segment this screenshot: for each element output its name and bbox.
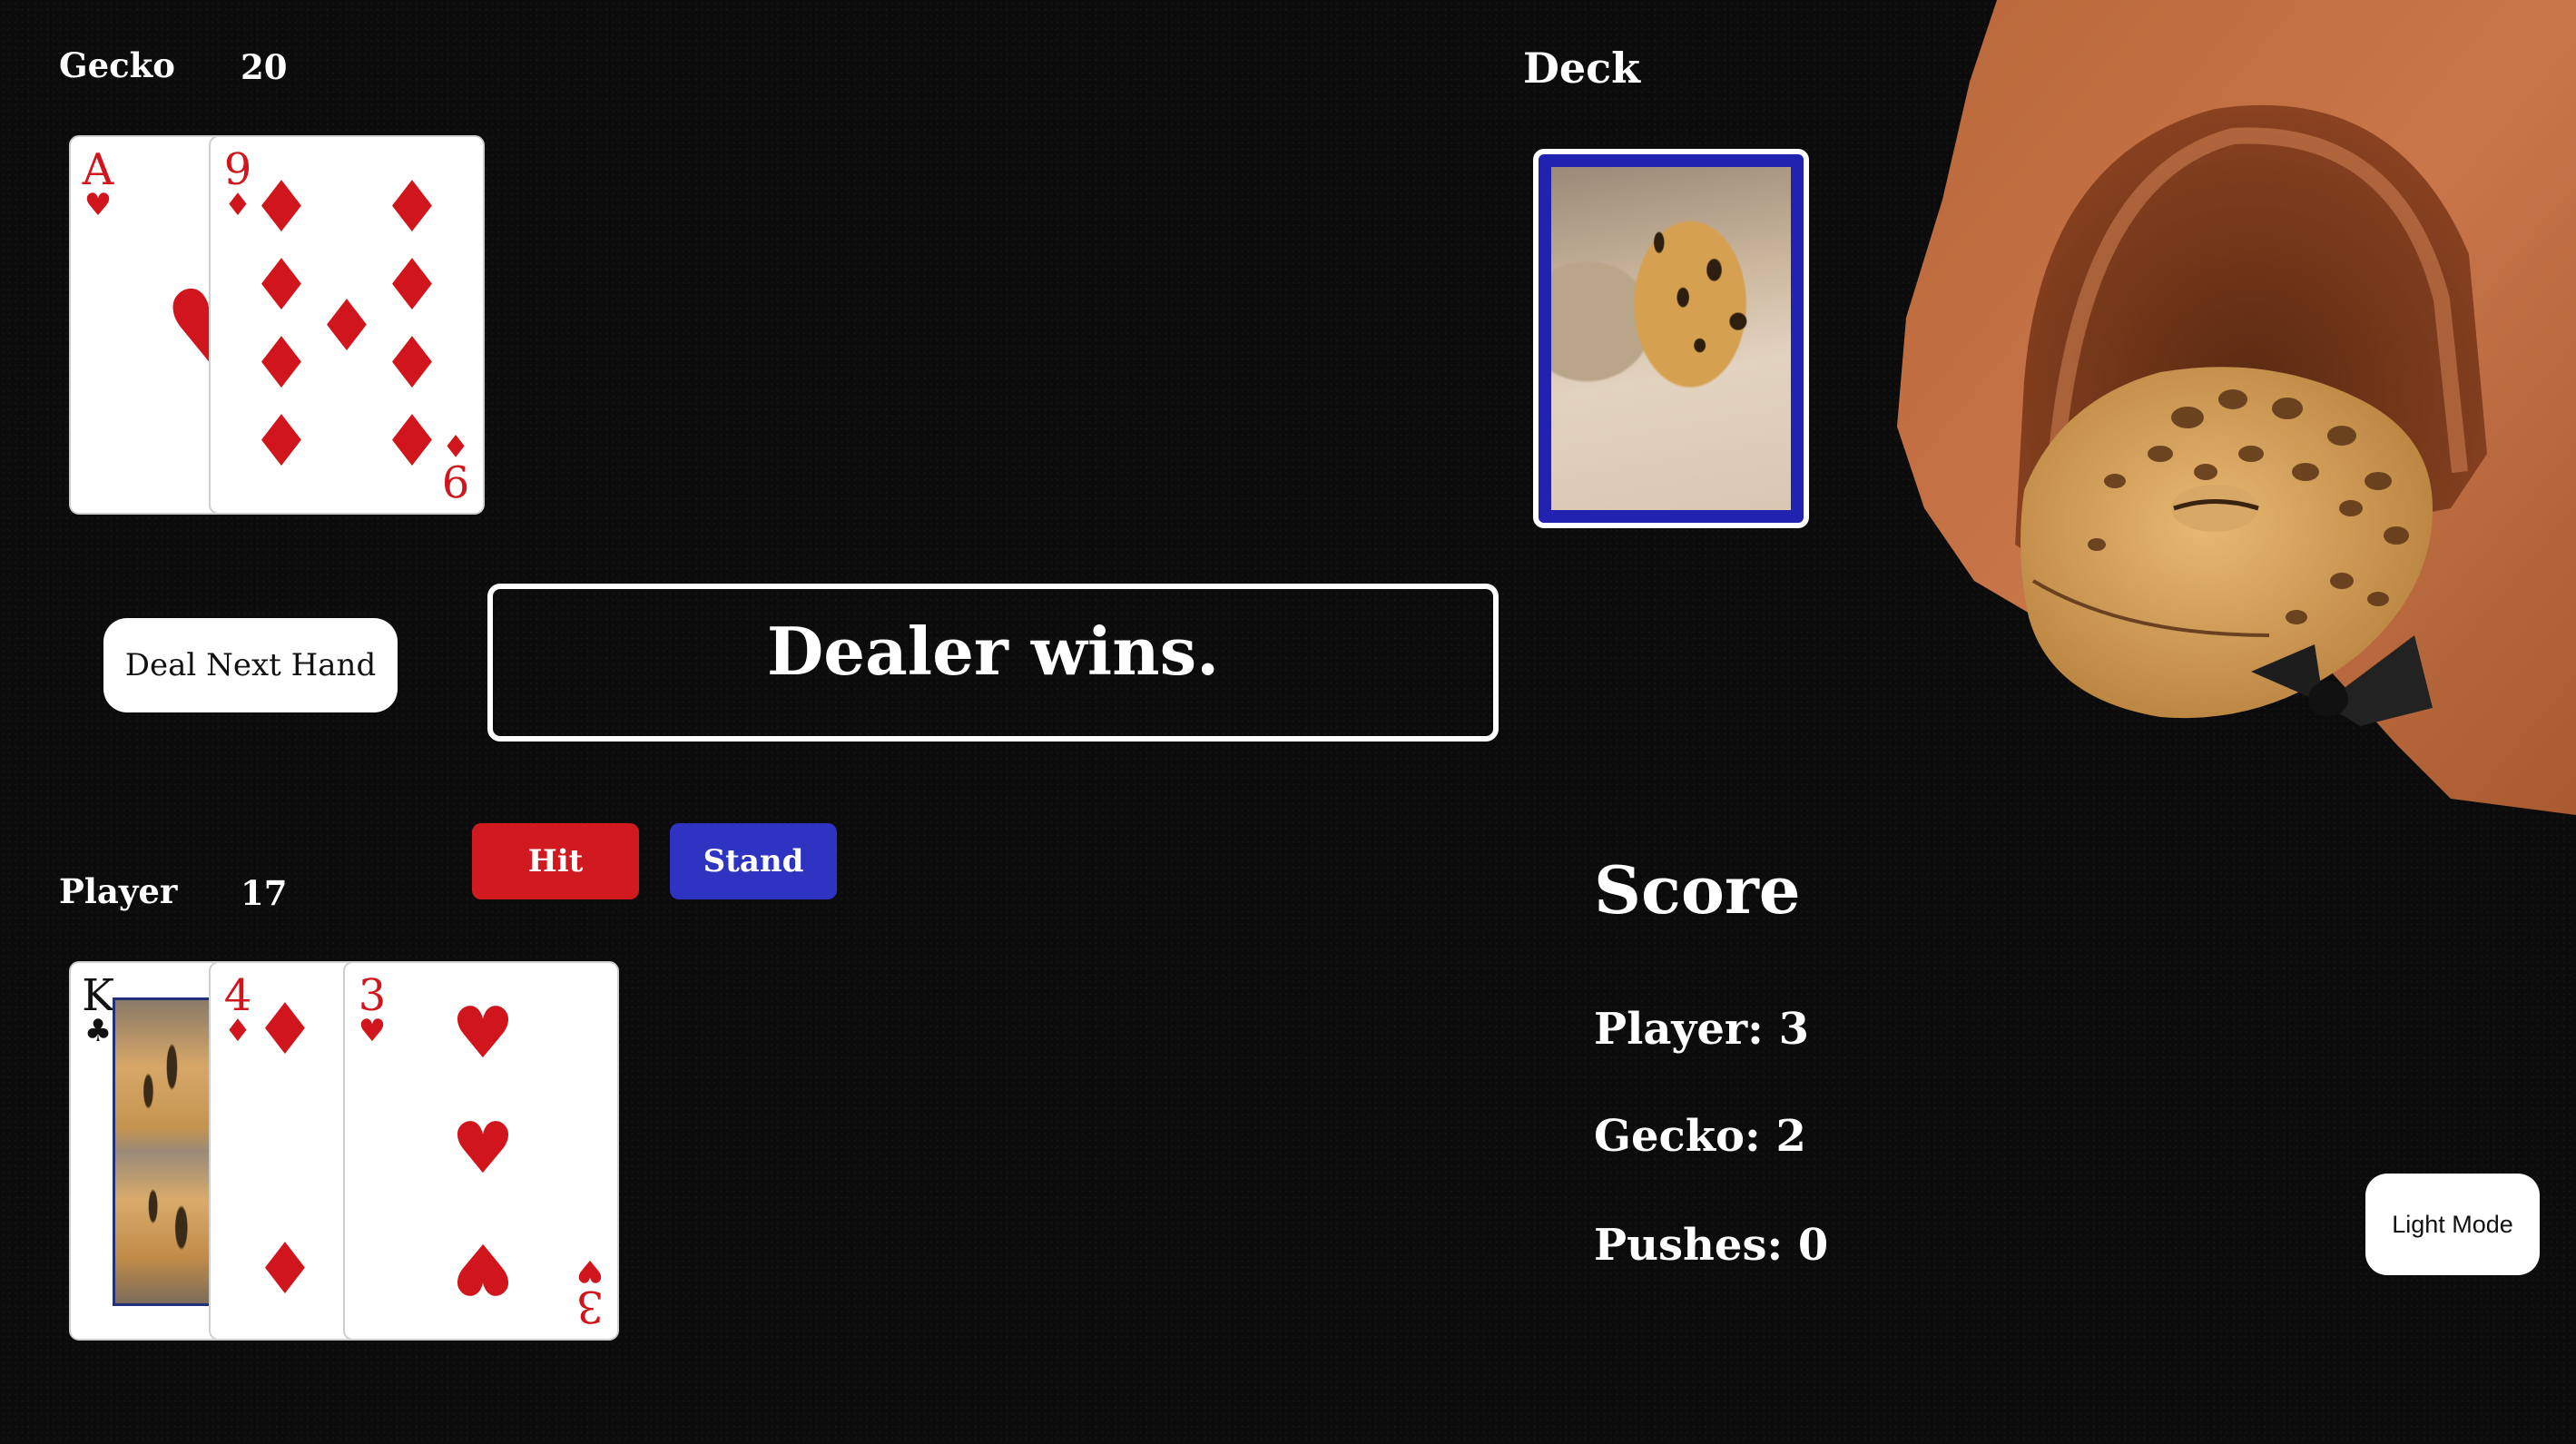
score-gecko: Gecko: 2	[1594, 1111, 1806, 1162]
heart-icon: ♥	[575, 1252, 605, 1289]
score-player: Player: 3	[1594, 1004, 1809, 1055]
deck-card-back[interactable]	[1533, 149, 1809, 528]
diamond-icon: ♦	[250, 401, 313, 483]
result-message-box: Dealer wins.	[487, 584, 1499, 742]
heart-icon: ♥	[358, 1013, 387, 1049]
heart-icon: ♥	[451, 993, 515, 1075]
diamond-icon: ♦	[380, 323, 444, 405]
card-rank: 4	[223, 970, 252, 1021]
deal-next-hand-button[interactable]: Deal Next Hand	[103, 618, 398, 712]
result-message: Dealer wins.	[766, 613, 1220, 690]
dealer-card-2: 9 ♦ ♦ ♦ ♦ ♦ ♦ ♦ ♦ ♦ ♦ 9 ♦	[209, 135, 485, 515]
diamond-icon: ♦	[441, 427, 470, 463]
card-rank: A	[82, 144, 114, 195]
dealer-label: Gecko	[59, 45, 175, 85]
diamond-icon: ♦	[253, 1229, 317, 1311]
heart-icon: ♥	[84, 187, 113, 223]
club-icon: ♣	[84, 1013, 113, 1049]
diamond-icon: ♦	[223, 1013, 252, 1049]
card-rank: 3	[575, 1281, 605, 1331]
card-rank: 3	[358, 970, 387, 1021]
gecko-mascot-illustration	[1897, 0, 2576, 815]
king-gecko-art	[113, 997, 212, 1306]
diamond-icon: ♦	[380, 245, 444, 327]
player-card-3: 3 ♥ ♥ ♥ ♥ 3 ♥	[343, 961, 619, 1341]
diamond-icon: ♦	[250, 167, 313, 249]
deck-label: Deck	[1523, 44, 1641, 93]
diamond-icon: ♦	[380, 167, 444, 249]
hit-button[interactable]: Hit	[472, 823, 639, 899]
gecko-photo	[1539, 154, 1804, 523]
diamond-icon: ♦	[250, 323, 313, 405]
player-label: Player	[59, 871, 178, 911]
diamond-icon: ♦	[253, 989, 317, 1071]
card-rank: K	[82, 970, 114, 1021]
stand-button[interactable]: Stand	[670, 823, 837, 899]
heart-icon: ♥	[451, 1108, 515, 1190]
light-mode-button[interactable]: Light Mode	[2365, 1174, 2540, 1275]
score-pushes: Pushes: 0	[1594, 1220, 1829, 1271]
diamond-icon: ♦	[250, 245, 313, 327]
score-title: Score	[1594, 851, 1801, 928]
card-rank: 9	[441, 455, 470, 506]
diamond-icon: ♦	[380, 401, 444, 483]
dealer-total: 20	[241, 47, 288, 87]
diamond-icon: ♦	[315, 286, 379, 368]
player-total: 17	[241, 873, 288, 913]
heart-icon: ♥	[451, 1227, 515, 1309]
